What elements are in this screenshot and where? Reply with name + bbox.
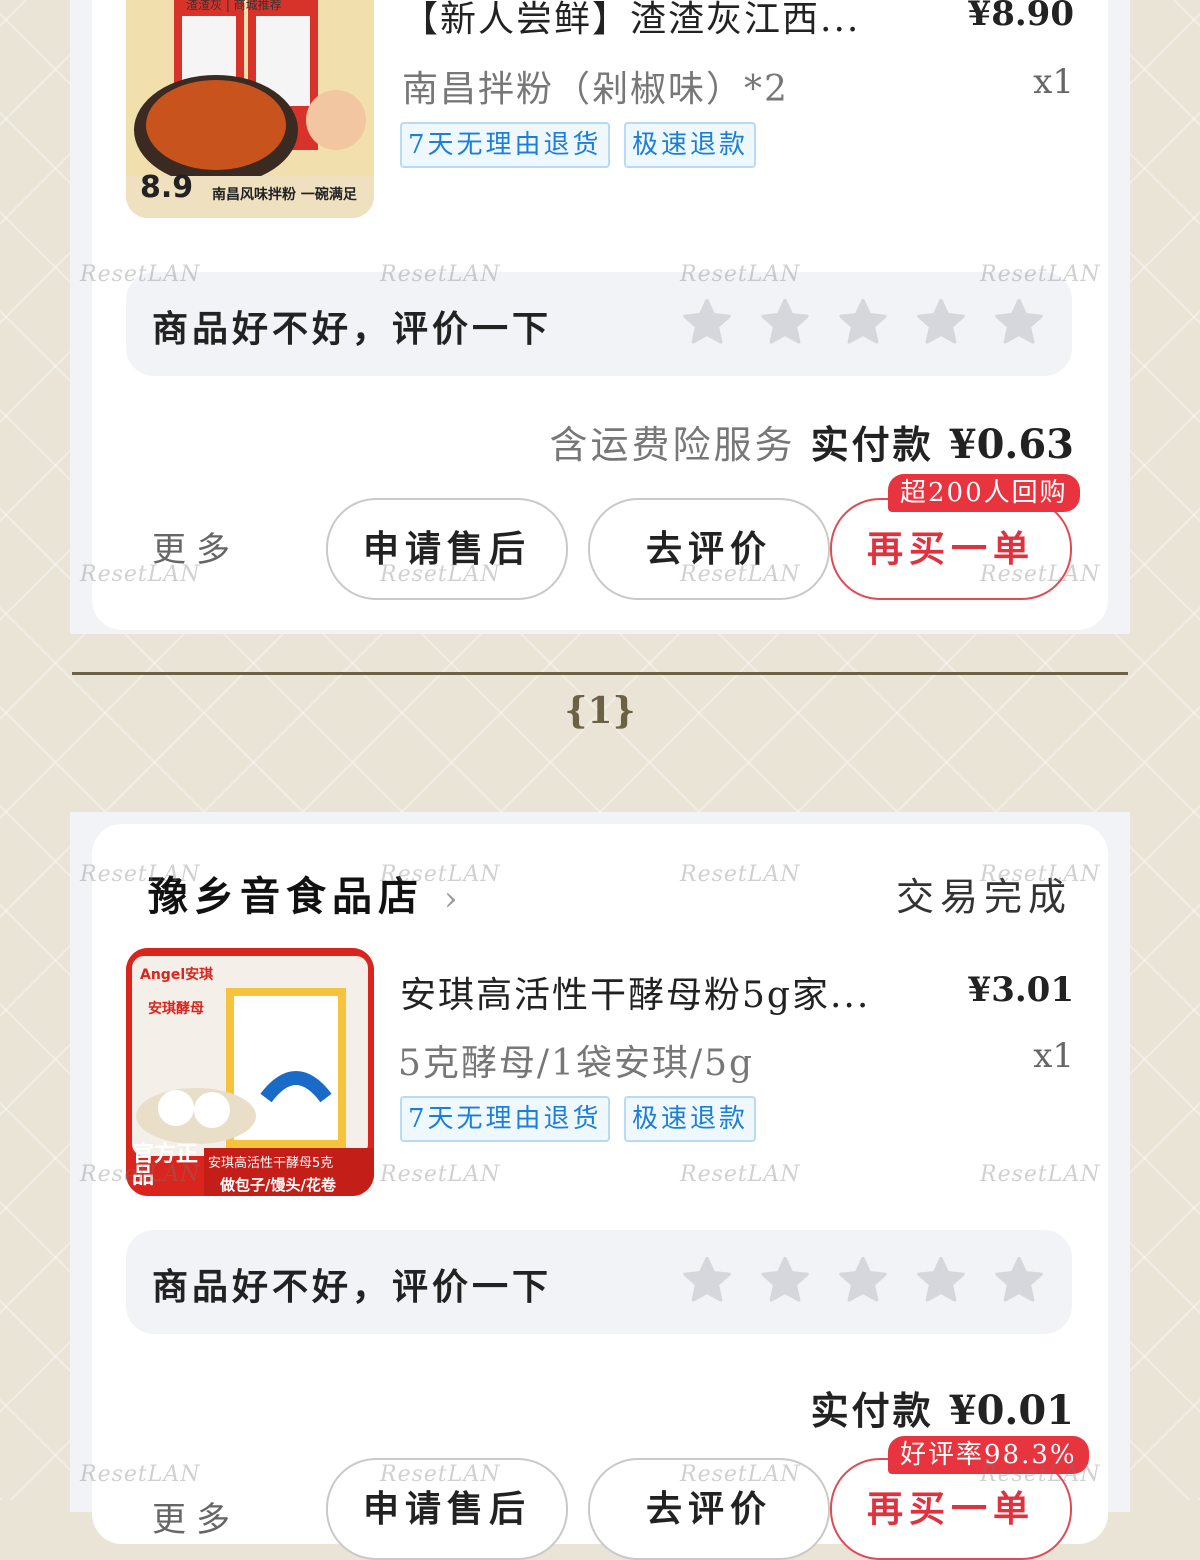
star-2-icon[interactable]: [758, 1254, 812, 1308]
product-title[interactable]: 【新人尝鲜】渣渣灰江西...: [402, 0, 860, 42]
star-5-icon[interactable]: [992, 296, 1046, 350]
watermark: ResetLAN: [80, 262, 201, 287]
watermark: ResetLAN: [80, 862, 201, 887]
watermark: ResetLAN: [980, 862, 1101, 887]
star-4-icon[interactable]: [914, 296, 968, 350]
watermark: ResetLAN: [980, 562, 1101, 587]
watermark: ResetLAN: [380, 262, 501, 287]
rating-prompt-text: 商品好不好，评价一下: [152, 1266, 553, 1308]
paid-amount: ¥0.01: [948, 1387, 1074, 1434]
product-quantity: x1: [1033, 1036, 1074, 1076]
star-2-icon[interactable]: [758, 296, 812, 350]
paid-amount: ¥0.63: [948, 421, 1074, 468]
watermark: ResetLAN: [980, 262, 1101, 287]
product-title[interactable]: 安琪高活性干酵母粉5g家...: [400, 966, 870, 1018]
product-price: ¥8.90: [967, 0, 1074, 34]
rating-prompt-text: 商品好不好，评价一下: [152, 308, 553, 350]
star-1-icon[interactable]: [680, 1254, 734, 1308]
thumbnail-bottom-2: 做包子/馒头/花卷: [220, 1176, 336, 1194]
thumbnail-price-label: 8.9: [140, 170, 194, 205]
product-thumbnail[interactable]: 渣渣灰 | 商城推荐 8.9 南昌风味拌粉 一碗满足: [126, 0, 374, 218]
product-price: ¥3.01: [967, 970, 1074, 1010]
watermark: ResetLAN: [980, 1462, 1101, 1487]
watermark: ResetLAN: [680, 262, 801, 287]
rebuy-badge: 超200人回购: [888, 474, 1080, 512]
star-5-icon[interactable]: [992, 1254, 1046, 1308]
product-quantity: x1: [1033, 62, 1074, 102]
thumbnail-bottom-1: 安琪高活性干酵母5克: [208, 1156, 334, 1171]
star-4-icon[interactable]: [914, 1254, 968, 1308]
tag-fast-refund: 极速退款: [624, 1096, 757, 1142]
star-1-icon[interactable]: [680, 296, 734, 350]
watermark: ResetLAN: [80, 1462, 201, 1487]
page-indicator: {1}: [564, 690, 636, 732]
page-divider: [72, 672, 1128, 675]
thumbnail-top-text: 安琪酵母: [148, 1001, 204, 1017]
paid-label: 实付款: [810, 422, 934, 467]
watermark: ResetLAN: [380, 1162, 501, 1187]
watermark: ResetLAN: [680, 562, 801, 587]
paid-label: 实付款: [810, 1388, 934, 1433]
watermark: ResetLAN: [680, 862, 801, 887]
thumbnail-brand: Angel安琪: [140, 967, 214, 983]
star-3-icon[interactable]: [836, 296, 890, 350]
shipping-insurance-note: 含运费险服务: [549, 423, 796, 467]
watermark: ResetLAN: [380, 862, 501, 887]
tag-return-policy: 7天无理由退货: [400, 1096, 610, 1142]
thumbnail-caption: 南昌风味拌粉 一碗满足: [212, 187, 357, 203]
watermark: ResetLAN: [680, 1162, 801, 1187]
star-3-icon[interactable]: [836, 1254, 890, 1308]
product-thumbnail[interactable]: Angel安琪 安琪酵母 官方正品 安琪高活性干酵母5克 做包子/馒头/花卷: [126, 948, 374, 1196]
payment-summary: 含运费险服务 实付款 ¥0.63: [550, 414, 1074, 469]
payment-summary: 实付款 ¥0.01: [811, 1380, 1074, 1435]
watermark: ResetLAN: [380, 562, 501, 587]
order-panel-2: 豫乡音食品店 › 交易完成 Angel安琪 安琪酵母 官方正品 安琪高活性干酵母…: [70, 812, 1130, 1560]
thumbnail-brand-text: 渣渣灰 | 商城推荐: [186, 0, 282, 12]
order-card-2: 豫乡音食品店 › 交易完成 Angel安琪 安琪酵母 官方正品 安琪高活性干酵母…: [92, 824, 1108, 1560]
more-link[interactable]: 更多: [152, 1492, 240, 1541]
tag-return-policy: 7天无理由退货: [400, 122, 610, 168]
watermark: ResetLAN: [980, 1162, 1101, 1187]
product-spec: 5克酵母/1袋安琪/5g: [398, 1043, 755, 1084]
watermark: ResetLAN: [80, 1162, 201, 1187]
watermark: ResetLAN: [80, 562, 201, 587]
order-card-1: 渣渣灰 | 商城推荐 8.9 南昌风味拌粉 一碗满足 【新人尝鲜】渣渣灰江西..…: [92, 0, 1108, 630]
rating-prompt-box: 商品好不好，评价一下: [126, 1230, 1072, 1334]
product-spec: 南昌拌粉（剁椒味）*2: [402, 69, 789, 110]
watermark: ResetLAN: [380, 1462, 501, 1487]
order-panel-1: 渣渣灰 | 商城推荐 8.9 南昌风味拌粉 一碗满足 【新人尝鲜】渣渣灰江西..…: [70, 0, 1130, 634]
watermark: ResetLAN: [680, 1462, 801, 1487]
tag-fast-refund: 极速退款: [624, 122, 757, 168]
rating-prompt-box: 商品好不好，评价一下: [126, 272, 1072, 376]
